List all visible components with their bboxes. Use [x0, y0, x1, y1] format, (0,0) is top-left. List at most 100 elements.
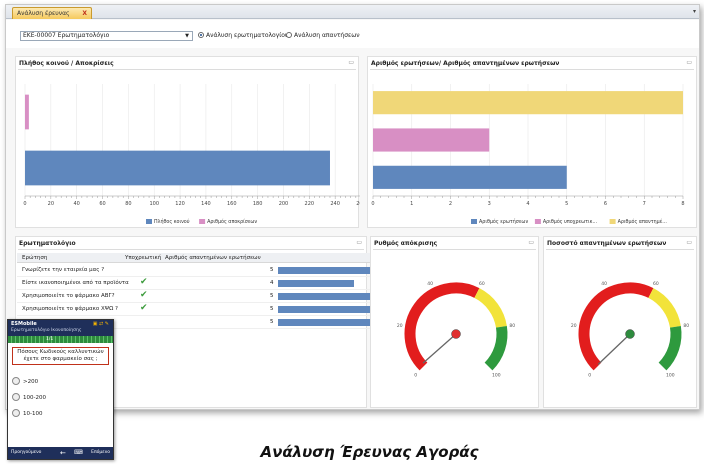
tick-label: 0: [371, 201, 374, 207]
question-cell: Χρησιμοποιείτε το φάρμακο ΑΒΓ?: [22, 293, 115, 299]
column-header-question[interactable]: Ερώτηση: [22, 253, 47, 263]
count-cell: 5: [270, 293, 274, 299]
radio-answers-analysis[interactable]: Ανάλυση απαντήσεων: [286, 31, 360, 40]
table-row[interactable]: Είστε ικανοποιημένοι από τα προϊόντα ✔ 4: [17, 277, 375, 290]
legend-swatch: [609, 219, 616, 224]
table-row[interactable]: Γνωρίζετε την εταιρεία μας ? 5: [17, 264, 375, 277]
count-cell: 4: [270, 280, 274, 286]
panel-answered-percent: Ποσοστό απαντημένων ερωτήσεων ▭ 0 20 40 60 8…: [543, 236, 697, 408]
questions-chart: 0 1 2 3 4 5 6 7 8 Αριθμός ερωτήσεων Αριθμός υποχρε…: [371, 84, 685, 225]
chevron-down-icon: ▼: [185, 33, 189, 39]
mobile-progress-bar: 1/1: [8, 336, 113, 343]
legend-swatch: [199, 219, 206, 224]
questionnaire-select[interactable]: ΕΚΕ-00007 Ερωτηματολόγιο ▼: [20, 31, 193, 41]
tick-label: 260: [356, 201, 360, 207]
radio-selected-icon: [198, 32, 204, 38]
progress-label: 1/1: [46, 337, 54, 342]
tick-label: 0: [23, 201, 26, 207]
legend-swatch: [146, 219, 152, 224]
tick-label: 1: [410, 201, 413, 207]
option-label: >200: [23, 379, 39, 385]
count-bar: [278, 293, 373, 300]
panel-title: Πλήθος κοινού / Αποκρίσεις: [19, 60, 114, 67]
gauge-tick-label: 60: [479, 281, 485, 287]
panel-title: Ερωτηματολόγιο: [19, 240, 76, 247]
minimize-icon[interactable]: ▭: [528, 239, 534, 246]
mobile-app-title: ESMobile: [11, 321, 37, 327]
radio-unselected-icon: [12, 393, 20, 401]
tick-label: 6: [604, 201, 607, 207]
legend-label: Αριθμός απαντημέ...: [618, 218, 667, 225]
table-row[interactable]: Χρησιμοποιείτε το φάρμακο ΧΨΩ ? ✔ 5: [17, 303, 375, 316]
legend-label: Αριθμός ερωτήσεων: [479, 218, 528, 225]
gauge-band: [484, 325, 508, 371]
minimize-icon[interactable]: ▭: [348, 59, 354, 66]
close-icon[interactable]: X: [82, 8, 87, 19]
count-bar: [278, 267, 373, 274]
count-bar: [278, 306, 373, 313]
mobile-app-screenshot: ESMobile Ερωτηματολόγιο Ικανοποίησης ▣ ⇄…: [7, 319, 114, 460]
panel-audience: Πλήθος κοινού / Αποκρίσεις ▭ 0 20 40 60 80 10…: [15, 56, 360, 228]
bar: [373, 165, 567, 189]
panel-response-rate: Ρυθμός απόκρισης ▭ 0 20 40 60 80 100: [370, 236, 539, 408]
audience-chart: 0 20 40 60 80 100 120 140 160 180 200 220 240 260 Πλήθ…: [23, 84, 360, 225]
question-cell: Χρησιμοποιείτε το φάρμακο ΧΨΩ ?: [22, 306, 118, 312]
check-icon: ✔: [140, 277, 148, 287]
tick-label: 80: [125, 201, 131, 207]
gauge-tick-label: 0: [414, 372, 417, 378]
legend-label: Αριθμός υποχρεωτικ...: [543, 218, 597, 225]
gauge-tick-label: 80: [683, 323, 689, 329]
bar: [373, 91, 683, 115]
mobile-header: ESMobile Ερωτηματολόγιο Ικανοποίησης ▣ ⇄…: [8, 320, 113, 336]
tick-label: 100: [149, 201, 159, 207]
gauge-hub: [451, 329, 461, 339]
gauge-tick-label: 20: [571, 323, 577, 329]
gauge-tick-label: 40: [601, 281, 607, 287]
gauge-needle: [422, 333, 457, 364]
gauge-tick-label: 40: [427, 281, 433, 287]
legend-label: Αριθμός αποκρίσεων: [207, 218, 257, 225]
gauge-tick-label: 20: [397, 323, 403, 329]
chevron-down-icon[interactable]: ▾: [693, 8, 696, 15]
radio-questionnaire-analysis[interactable]: Ανάλυση ερωτηματολογίου: [198, 31, 288, 40]
question-cell: Γνωρίζετε την εταιρεία μας ?: [22, 267, 105, 273]
tick-label: 120: [175, 201, 185, 207]
option-label: 100-200: [23, 395, 46, 401]
minimize-icon[interactable]: ▭: [686, 59, 692, 66]
tick-label: 200: [279, 201, 289, 207]
caption: Ανάλυση Έρευνας Αγοράς: [260, 443, 479, 461]
divider: [18, 249, 364, 250]
tick-label: 160: [227, 201, 237, 207]
tick-label: 7: [643, 201, 646, 207]
gauge-tick-label: 100: [666, 372, 675, 378]
mobile-option[interactable]: 100-200: [12, 393, 46, 402]
column-header-required[interactable]: Υποχρεωτική: [125, 253, 161, 263]
tick-label: 240: [330, 201, 340, 207]
toolbar: ΕΚΕ-00007 Ερωτηματολόγιο ▼ Ανάλυση ερωτη…: [6, 20, 699, 48]
column-header-answered[interactable]: Αριθμός απαντημένων ερωτήσεων: [165, 253, 261, 263]
mobile-option[interactable]: >200: [12, 377, 38, 386]
tab-survey-analysis[interactable]: Ανάλυση έρευνας X: [12, 7, 92, 19]
panel-title: Αριθμός ερωτήσεων/ Αριθμός απαντημένων ε…: [371, 60, 560, 67]
tick-label: 8: [681, 201, 684, 207]
tab-label: Ανάλυση έρευνας: [17, 10, 70, 17]
tick-label: 220: [305, 201, 315, 207]
count-bar: [278, 280, 354, 287]
gauge-band: [474, 288, 507, 328]
gauge-tick-label: 0: [588, 372, 591, 378]
legend-label: Πλήθος κοινού: [154, 218, 190, 225]
mobile-option[interactable]: 10-100: [12, 409, 42, 418]
tick-label: 2: [449, 201, 452, 207]
status-icons: ▣ ⇄ ✎: [92, 321, 109, 327]
radio-unselected-icon: [12, 377, 20, 385]
count-bar: [278, 319, 373, 326]
minimize-icon[interactable]: ▭: [686, 239, 692, 246]
mobile-question: Πόσους Κωδικούς καλλυντικών έχετε στο φα…: [12, 347, 109, 365]
table-row[interactable]: Χρησιμοποιείτε το φάρμακο ΑΒΓ? ✔ 5: [17, 290, 375, 303]
gauge-band: [648, 288, 681, 328]
select-value: ΕΚΕ-00007 Ερωτηματολόγιο: [23, 32, 110, 39]
table-header: Ερώτηση Υποχρεωτική Αριθμός απαντημένων …: [17, 253, 375, 263]
minimize-icon[interactable]: ▭: [356, 239, 362, 246]
check-icon: ✔: [140, 303, 148, 313]
gauge-tick-label: 100: [492, 372, 501, 378]
